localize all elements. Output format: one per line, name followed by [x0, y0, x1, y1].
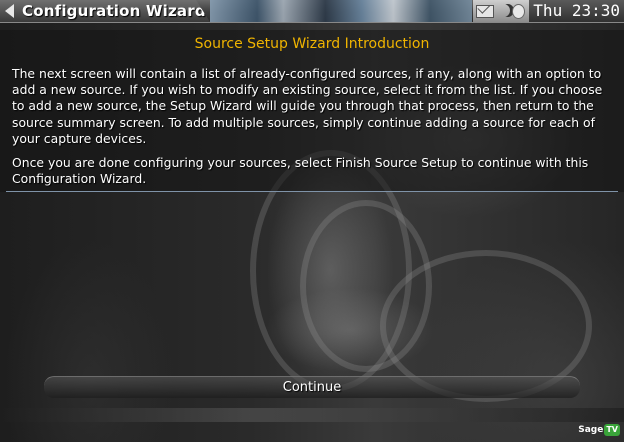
paragraph: The next screen will contain a list of a… — [12, 66, 603, 146]
moon-icon — [497, 4, 510, 17]
description-text: The next screen will contain a list of a… — [12, 66, 612, 195]
continue-button[interactable]: Continue — [44, 376, 580, 398]
moon-icon — [512, 4, 525, 19]
sagetv-logo: Sage TV — [578, 424, 620, 436]
continue-label: Continue — [282, 380, 342, 395]
mail-icon — [476, 5, 494, 18]
logo-badge: TV — [604, 424, 620, 436]
title-tab[interactable]: Configuration Wizard — [0, 0, 210, 22]
status-icons — [473, 0, 529, 22]
paragraph: Once you are done configuring your sourc… — [12, 155, 589, 187]
window-title: Configuration Wizard — [22, 2, 206, 20]
clock: Thu 23:30 — [529, 0, 624, 22]
back-arrow-icon[interactable] — [5, 4, 14, 18]
page-title: Source Setup Wizard Introduction — [194, 36, 430, 52]
divider — [6, 191, 618, 192]
logo-text: Sage — [578, 425, 604, 435]
title-bar: Configuration Wizard Thu 23:30 — [0, 0, 624, 23]
title-banner-image — [210, 0, 472, 22]
bottom-strip — [0, 408, 624, 422]
